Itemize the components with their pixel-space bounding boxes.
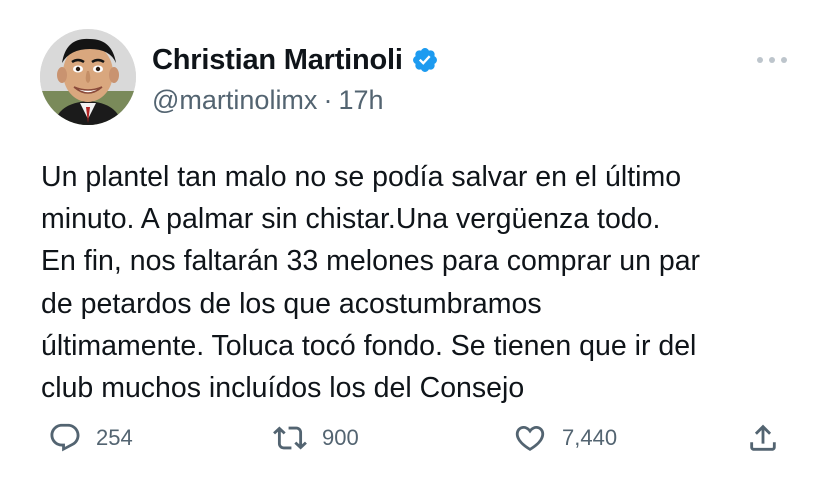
tweet-text-line: últimamente. Toluca tocó fondo. Se tiene… xyxy=(41,329,697,362)
tweet-text-line: minuto. A palmar sin chistar.Una vergüen… xyxy=(41,203,661,236)
avatar-caricature-icon xyxy=(40,29,136,125)
tweet-timestamp[interactable]: 17h xyxy=(338,85,383,116)
author-name-row: Christian Martinoli xyxy=(152,40,439,80)
like-icon xyxy=(515,425,545,451)
share-icon xyxy=(750,424,776,451)
tweet-card: Christian Martinoli @martinolimx · 17h U… xyxy=(0,0,829,486)
reply-icon xyxy=(50,423,80,452)
tweet-text-line: club muchos incluídos los del Consejo xyxy=(41,372,525,405)
more-horizontal-icon xyxy=(757,57,787,63)
author-display-name[interactable]: Christian Martinoli xyxy=(152,44,403,77)
tweet-actions-bar: 254 900 7,440 xyxy=(0,416,829,460)
more-options-button[interactable] xyxy=(752,50,792,70)
tweet-text-line: de petardos de los que acostumbramos xyxy=(41,287,542,320)
tweet-text-line: Un plantel tan malo no se podía salvar e… xyxy=(41,161,682,193)
tweet-text-line: En fin, nos faltarán 33 melones para com… xyxy=(41,245,701,278)
author-meta-row: @martinolimx · 17h xyxy=(152,82,384,118)
like-button[interactable]: 7,440 xyxy=(512,416,617,460)
author-handle[interactable]: @martinolimx xyxy=(152,85,317,116)
retweet-count: 900 xyxy=(322,425,359,450)
verified-badge-icon xyxy=(412,48,437,72)
retweet-button[interactable]: 900 xyxy=(272,416,359,460)
tweet-text: Un plantel tan malo no se podía salvar e… xyxy=(41,156,806,409)
meta-separator: · xyxy=(323,84,333,115)
share-button[interactable] xyxy=(746,416,780,460)
retweet-icon xyxy=(273,426,307,450)
avatar[interactable] xyxy=(40,29,136,125)
reply-button[interactable]: 254 xyxy=(48,416,133,460)
like-count: 7,440 xyxy=(562,425,618,450)
reply-count: 254 xyxy=(96,425,133,450)
